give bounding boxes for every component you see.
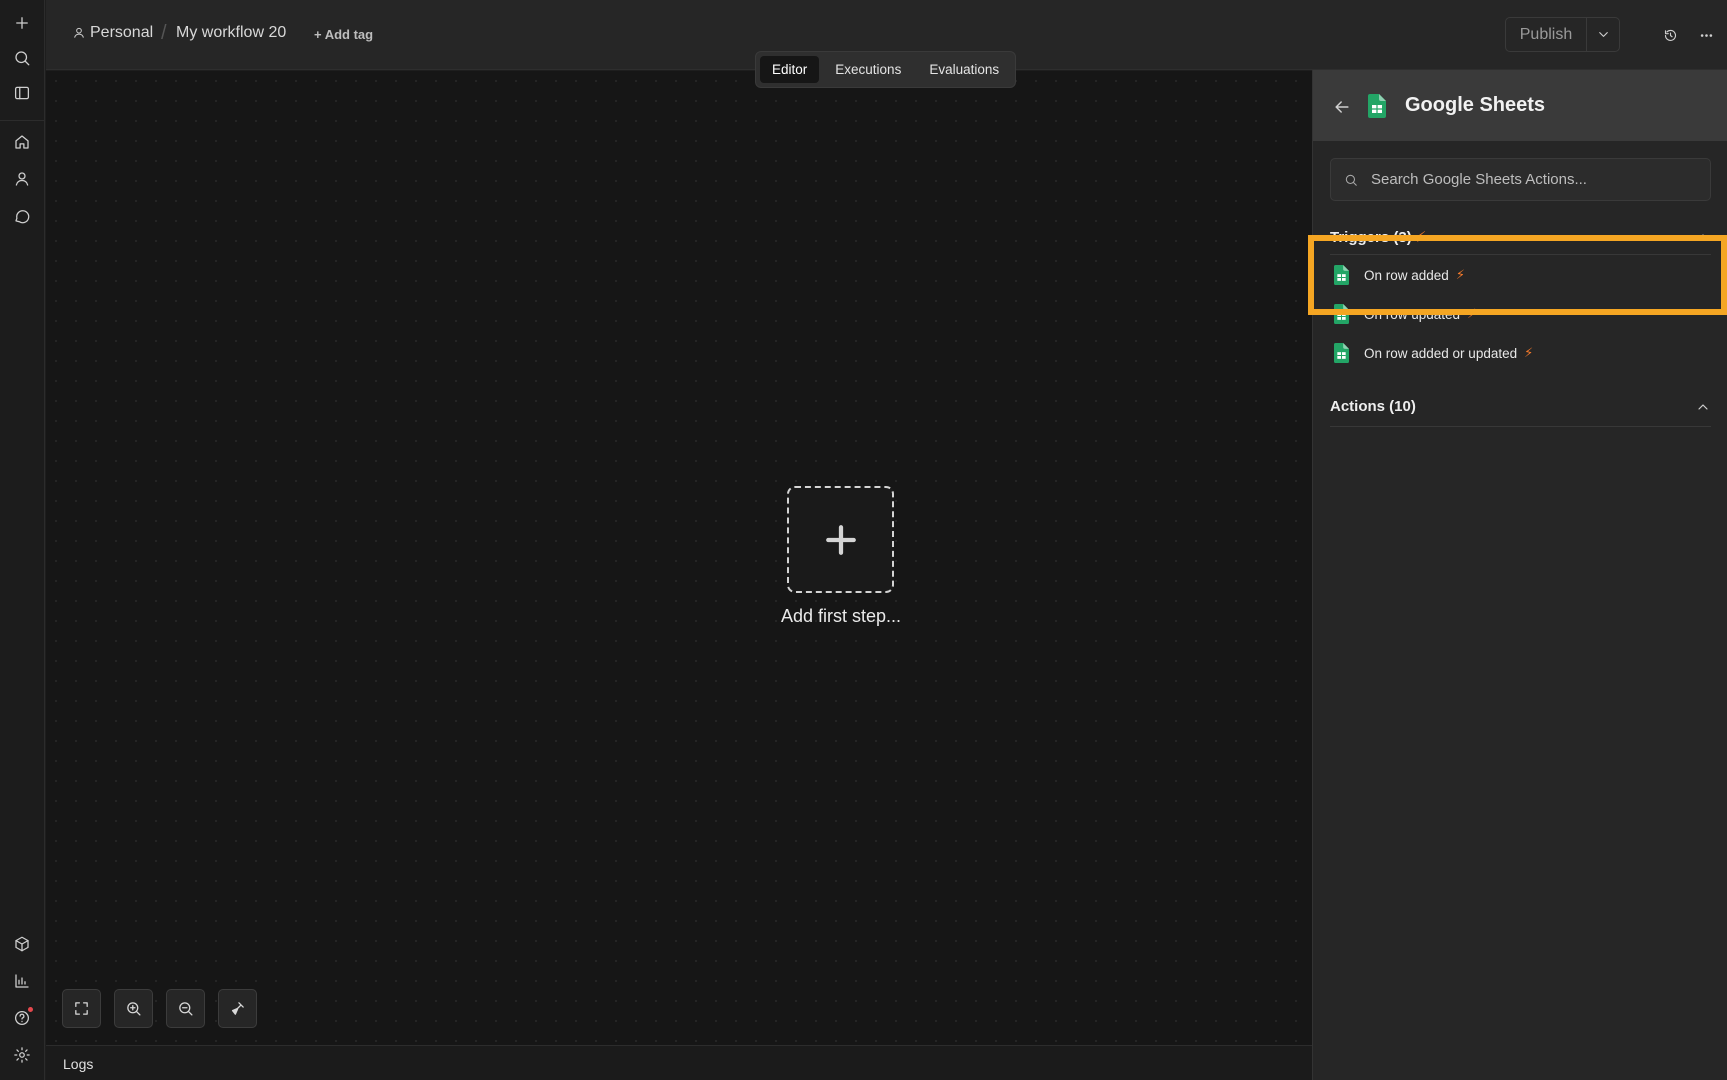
- actions-section-header[interactable]: Actions (10): [1330, 398, 1416, 415]
- zoom-out-button[interactable]: [166, 989, 205, 1028]
- search-icon: [1345, 174, 1357, 186]
- google-sheets-icon: [1334, 265, 1349, 285]
- home-icon[interactable]: [8, 128, 36, 156]
- breadcrumb-separator: /: [161, 22, 167, 44]
- bolt-icon: ⚡: [1455, 267, 1465, 282]
- user-icon: [74, 27, 84, 38]
- trigger-label: On row updated: [1364, 306, 1461, 322]
- search-input[interactable]: [1371, 159, 1701, 200]
- google-sheets-icon: [1334, 343, 1349, 363]
- section-divider: [1330, 254, 1711, 255]
- help-icon[interactable]: [8, 1004, 36, 1032]
- sidebar-toggle-icon[interactable]: [8, 79, 36, 107]
- google-sheets-icon: [1368, 94, 1386, 118]
- chevron-down-icon: [1598, 32, 1608, 37]
- section-divider: [1330, 426, 1711, 427]
- project-name: Personal: [90, 24, 154, 41]
- breadcrumb-workflow[interactable]: My workflow 20: [176, 24, 286, 42]
- chevron-up-icon[interactable]: [1695, 399, 1711, 415]
- publish-button-group: Publish: [1505, 17, 1620, 52]
- templates-icon[interactable]: [8, 930, 36, 958]
- history-icon[interactable]: [1657, 22, 1683, 48]
- triggers-section-header[interactable]: Triggers (3) ⚡: [1330, 228, 1426, 246]
- trigger-item-on-row-added-or-updated[interactable]: On row added or updated ⚡: [1313, 334, 1727, 372]
- chevron-up-icon[interactable]: [1695, 229, 1711, 245]
- workflow-name: My workflow 20: [176, 24, 287, 41]
- logs-bar[interactable]: Logs: [46, 1045, 1312, 1080]
- publish-options-button[interactable]: [1587, 18, 1619, 51]
- trigger-label: On row added or updated: [1364, 345, 1518, 361]
- node-creator-panel: Google Sheets Triggers (3)⚡ On row added…: [1312, 70, 1727, 1080]
- add-tag-button[interactable]: + Add tag: [314, 27, 373, 42]
- triggers-heading: Triggers (3): [1330, 229, 1412, 246]
- tab-executions[interactable]: Executions: [823, 56, 913, 83]
- rail-divider: [0, 120, 45, 121]
- zoom-in-icon: [127, 1002, 141, 1016]
- arrow-left-icon: [1335, 101, 1349, 113]
- actions-heading: Actions (10): [1330, 398, 1416, 415]
- broom-icon: [231, 1002, 244, 1015]
- tab-evaluations[interactable]: Evaluations: [917, 56, 1011, 83]
- insights-icon[interactable]: [8, 967, 36, 995]
- notification-dot: [28, 1007, 33, 1012]
- publish-button[interactable]: Publish: [1506, 18, 1587, 51]
- tab-editor[interactable]: Editor: [760, 56, 820, 83]
- app-root: Personal / My workflow 20 + Add tag Publ…: [0, 0, 1727, 1080]
- chat-icon[interactable]: [8, 202, 36, 230]
- back-button[interactable]: [1331, 96, 1353, 118]
- panel-header: Google Sheets: [1313, 70, 1727, 141]
- zoom-out-icon: [179, 1002, 193, 1016]
- add-first-step-label: Add first step...: [780, 606, 902, 626]
- zoom-in-button[interactable]: [114, 989, 153, 1028]
- plus-icon[interactable]: [8, 9, 36, 37]
- panel-title: Google Sheets: [1405, 94, 1546, 116]
- fit-view-button[interactable]: [62, 989, 101, 1028]
- user-icon[interactable]: [8, 165, 36, 193]
- logs-label[interactable]: Logs: [63, 1056, 93, 1072]
- search-icon[interactable]: [8, 44, 36, 72]
- bolt-icon: ⚡: [1467, 306, 1477, 321]
- search-field[interactable]: [1330, 158, 1711, 201]
- more-options-icon[interactable]: [1693, 22, 1719, 48]
- left-rail: [0, 0, 45, 1080]
- google-sheets-icon: [1334, 304, 1349, 324]
- add-first-step-button[interactable]: [787, 486, 894, 593]
- trigger-item-on-row-updated[interactable]: On row updated ⚡: [1313, 295, 1727, 333]
- settings-icon[interactable]: [8, 1041, 36, 1069]
- breadcrumb-project[interactable]: Personal: [72, 24, 153, 42]
- trigger-label: On row added: [1364, 267, 1449, 283]
- view-tabs: Editor Executions Evaluations: [755, 51, 1017, 88]
- tidy-up-button[interactable]: [218, 989, 257, 1028]
- fullscreen-icon: [75, 1002, 88, 1015]
- canvas-toolbar: [62, 989, 257, 1028]
- bolt-icon: ⚡: [1524, 345, 1534, 360]
- plus-icon: [825, 524, 856, 555]
- workflow-canvas[interactable]: [46, 71, 1312, 1045]
- bolt-icon: ⚡: [1415, 229, 1427, 246]
- trigger-item-on-row-added[interactable]: On row added ⚡: [1313, 256, 1727, 294]
